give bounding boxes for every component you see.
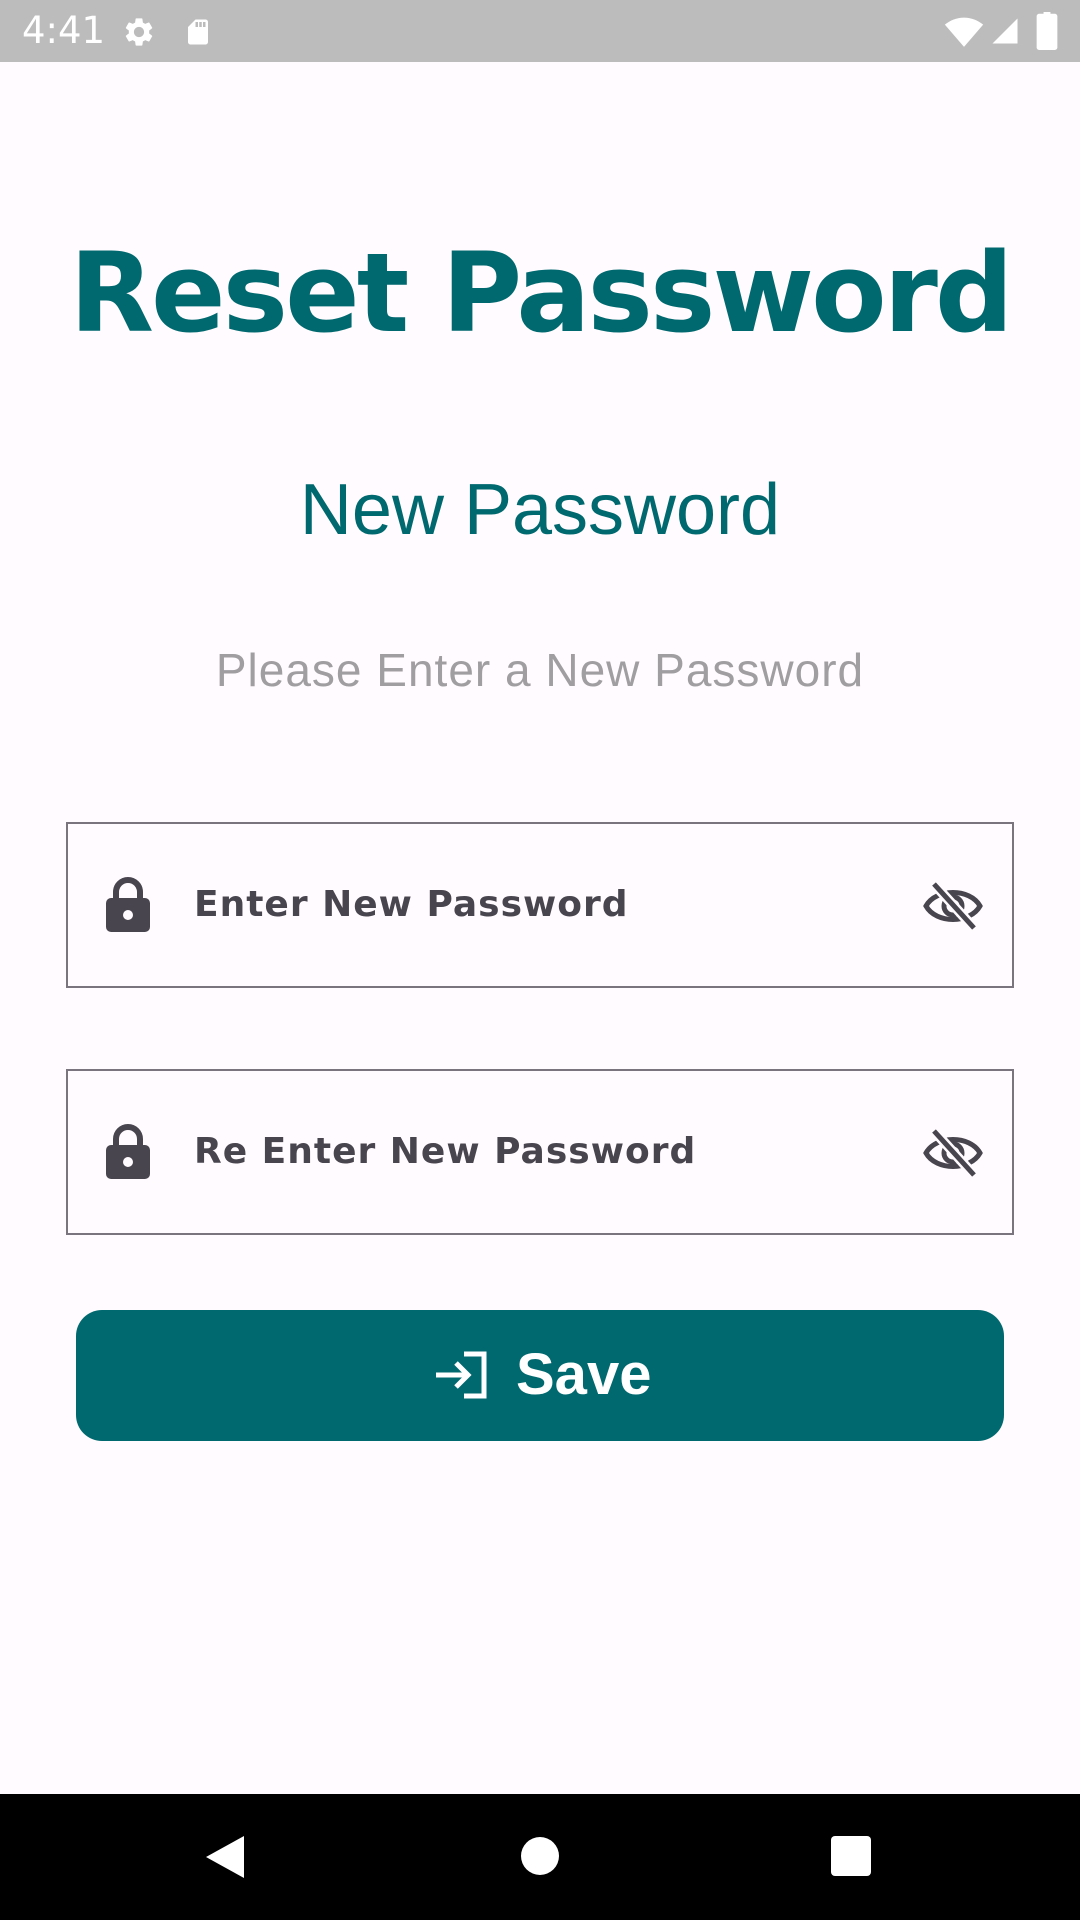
lock-icon [106, 1124, 150, 1179]
wifi-icon [944, 17, 984, 47]
new-password-placeholder: Enter New Password [194, 884, 629, 925]
confirm-password-field[interactable]: Re Enter New Password [66, 1069, 1014, 1235]
page-title: Reset Password [69, 229, 1013, 357]
confirm-password-placeholder: Re Enter New Password [194, 1131, 697, 1172]
status-time: 4:41 [22, 9, 106, 52]
signal-icon [992, 18, 1018, 44]
visibility-off-icon[interactable] [922, 1127, 984, 1179]
sd-card-icon [188, 19, 208, 45]
recents-icon[interactable] [831, 1836, 871, 1876]
page-subtitle: New Password [299, 470, 781, 550]
settings-icon [125, 18, 153, 46]
login-icon [436, 1351, 487, 1399]
navigation-bar [0, 1794, 1080, 1920]
lock-icon [106, 877, 150, 932]
save-button[interactable]: Save [76, 1310, 1004, 1441]
save-button-label: Save [516, 1342, 652, 1407]
new-password-field[interactable]: Enter New Password [66, 822, 1014, 988]
battery-icon [1036, 12, 1058, 50]
back-icon[interactable] [204, 1834, 246, 1880]
visibility-off-icon[interactable] [922, 880, 984, 932]
home-icon[interactable] [520, 1836, 560, 1876]
status-bar: 4:41 [0, 0, 1080, 62]
instruction-text: Please Enter a New Password [215, 644, 865, 696]
